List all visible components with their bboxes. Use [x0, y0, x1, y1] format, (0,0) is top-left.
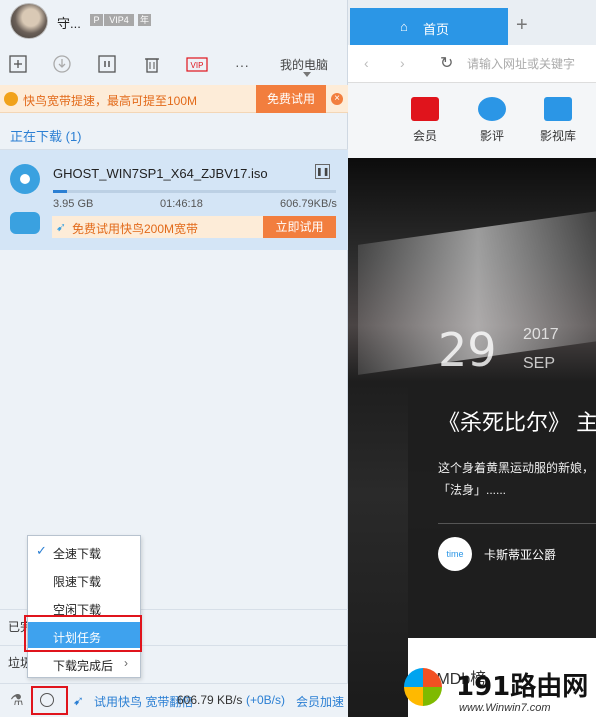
- home-icon: ⌂: [400, 19, 408, 34]
- download-manager-pane: 守... P VIP4 年 VIP ··· 我的电脑 快鸟宽带提速，最高可提至1…: [0, 0, 348, 717]
- menu-item-label: 限速下载: [53, 575, 102, 589]
- date-day: 29: [438, 323, 497, 377]
- profile-header: 守... P VIP4 年: [0, 0, 348, 42]
- new-tab-button[interactable]: +: [516, 14, 528, 37]
- start-button[interactable]: [52, 54, 72, 76]
- quicknav-label: 影视库: [539, 129, 576, 143]
- site-watermark: 191路由网 www.Winwin7.com: [396, 658, 596, 717]
- task-pause-button[interactable]: ❚❚: [315, 164, 330, 179]
- total-speed: 606.79 KB/s: [177, 693, 243, 707]
- upload-speed: (+0B/s): [246, 693, 286, 707]
- article-description: 这个身着黄黑运动服的新娘，「法身」......: [438, 461, 595, 497]
- new-task-button[interactable]: [8, 54, 28, 76]
- download-task-row[interactable]: GHOST_WIN7SP1_X64_ZJBV17.iso ❚❚ 3.95 GB …: [0, 150, 348, 250]
- watermark-url: www.Winwin7.com: [459, 702, 551, 714]
- date-month: SEP: [523, 355, 556, 372]
- play-icon: [544, 97, 572, 121]
- watermark-brand: 191路由网: [456, 672, 589, 702]
- featured-article[interactable]: 29 2017 SEP 《杀死比尔》 主 这个身着黄黑运动服的新娘，「法身」..…: [348, 158, 596, 717]
- trial-banner: ➹ 免费试用快鸟200M宽带 立即试用: [52, 216, 336, 238]
- iso-file-icon: [10, 164, 40, 194]
- close-icon[interactable]: ×: [331, 93, 343, 105]
- bird-icon: ➹: [73, 693, 84, 708]
- member-accelerate-link[interactable]: 会员加速: [296, 693, 344, 710]
- divider: [438, 523, 596, 524]
- chevron-right-icon: ›: [124, 656, 128, 670]
- svg-text:VIP: VIP: [191, 61, 204, 70]
- menu-item-label: 下载完成后: [53, 659, 114, 673]
- quicknav-label: 影评: [479, 129, 504, 143]
- task-progress-bar: [53, 190, 336, 193]
- promo-banner: 快鸟宽带提速，最高可提至100M 免费试用 ×: [0, 85, 348, 113]
- accelerate-car-icon[interactable]: [10, 212, 40, 234]
- task-speed: 606.79KB/s: [280, 198, 337, 210]
- try-now-button[interactable]: 立即试用: [263, 216, 336, 238]
- avatar[interactable]: [10, 3, 48, 39]
- highlight-box: [24, 615, 142, 652]
- browser-pane: ⌂ 首页 + ‹ › ↻ 会员 影评 影视库 29 2017 SEP 《杀死比尔…: [348, 0, 596, 717]
- back-icon[interactable]: ‹: [364, 55, 369, 71]
- task-remaining-time: 01:46:18: [160, 198, 203, 210]
- vip-crown-icon: [411, 97, 439, 121]
- vip-button[interactable]: VIP: [186, 54, 208, 76]
- menu-item-full-speed[interactable]: ✓ 全速下载: [28, 538, 140, 564]
- checkmark-icon: ✓: [36, 543, 47, 558]
- menu-item-label: 全速下载: [53, 547, 102, 561]
- quicknav-reviews[interactable]: 影评: [468, 95, 516, 153]
- quicknav-label: 会员: [412, 129, 437, 143]
- chevron-down-icon: [303, 72, 311, 77]
- plus-box-icon: [9, 55, 27, 73]
- tab-bar: ⌂ 首页 +: [348, 0, 596, 45]
- article-title: 《杀死比尔》 主: [438, 410, 596, 435]
- vip-level-badge: VIP4: [104, 14, 134, 26]
- address-bar: ‹ › ↻: [348, 45, 596, 83]
- toolbar: VIP ··· 我的电脑: [0, 50, 348, 80]
- date-year: 2017: [523, 326, 559, 343]
- quicknav-library[interactable]: 影视库: [534, 95, 582, 153]
- more-button[interactable]: ···: [230, 54, 254, 76]
- download-circle-icon: [53, 55, 71, 73]
- p-badge: P: [90, 14, 103, 26]
- vip-icon: VIP: [186, 57, 208, 72]
- menu-item-limit-speed[interactable]: 限速下载: [28, 566, 140, 592]
- author-avatar: time: [438, 537, 472, 571]
- status-bar: ⚗ ➹ 试用快鸟 宽带翻倍 606.79 KB/s (+0B/s) 会员加速: [0, 683, 348, 717]
- speed-mode-button[interactable]: [31, 686, 68, 715]
- username[interactable]: 守...: [57, 13, 81, 32]
- promo-text: 快鸟宽带提速，最高可提至100M: [23, 94, 198, 108]
- pause-button[interactable]: [97, 54, 117, 76]
- bird-icon: ➹: [56, 220, 67, 234]
- speed-mode-menu: ✓ 全速下载 限速下载 空闲下载 计划任务 下载完成后 ›: [27, 535, 141, 678]
- url-input[interactable]: [467, 53, 596, 75]
- my-pc-dropdown[interactable]: 我的电脑: [280, 56, 328, 73]
- trash-icon: [145, 58, 159, 73]
- bird-icon: [4, 92, 18, 106]
- year-badge: 年: [138, 14, 151, 26]
- menu-item-after-complete[interactable]: 下载完成后 ›: [28, 650, 140, 676]
- camera-icon: [478, 97, 506, 121]
- windows-logo-icon: [404, 668, 442, 706]
- task-filename: GHOST_WIN7SP1_X64_ZJBV17.iso: [53, 166, 268, 181]
- author-name: 卡斯蒂亚公爵: [484, 548, 557, 562]
- task-progress-fill: [53, 190, 68, 193]
- quick-nav: 会员 影评 影视库: [348, 83, 596, 158]
- forward-icon[interactable]: ›: [400, 55, 405, 71]
- task-size: 3.95 GB: [53, 198, 94, 210]
- trial-text: 免费试用快鸟200M宽带: [72, 222, 199, 236]
- delete-button[interactable]: [142, 54, 162, 76]
- alarm-clock-icon: [40, 693, 54, 707]
- tab-label: 首页: [423, 22, 450, 37]
- pause-icon: [98, 55, 116, 73]
- quicknav-member[interactable]: 会员: [401, 95, 449, 153]
- downloading-section-title[interactable]: 正在下载 (1): [10, 126, 82, 145]
- reload-icon[interactable]: ↻: [440, 53, 453, 73]
- free-trial-button[interactable]: 免费试用: [256, 85, 326, 113]
- tab-home[interactable]: ⌂ 首页: [350, 8, 508, 45]
- lab-flask-icon[interactable]: ⚗: [10, 691, 23, 709]
